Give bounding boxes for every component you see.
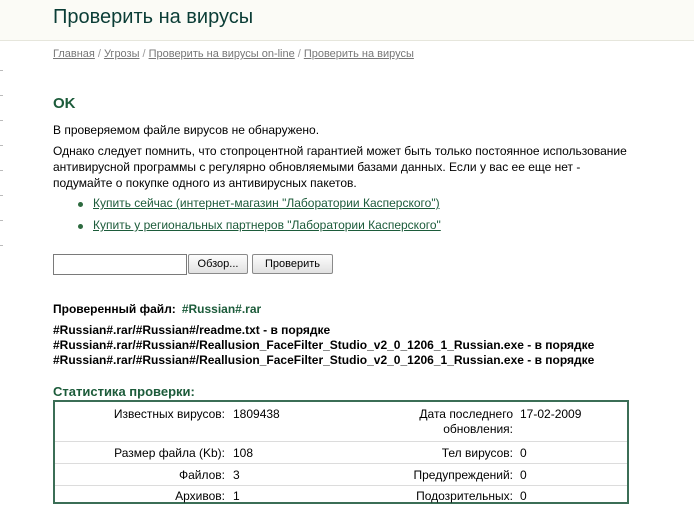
check-button[interactable]: Проверить: [252, 254, 333, 274]
list-item: Купить у региональных партнеров "Лаборат…: [78, 218, 441, 240]
result-status: - в порядке: [263, 323, 331, 337]
warnings-value: 0: [520, 468, 527, 482]
table-row: Размер файла (Kb): 108 Тел вирусов: 0: [55, 441, 627, 464]
breadcrumb-online-scan[interactable]: Проверить на вирусы on-line: [149, 48, 295, 60]
result-path: #Russian#.rar/#Russian#/Reallusion_FaceF…: [53, 338, 524, 352]
scan-result-text: В проверяемом файле вирусов не обнаружен…: [53, 123, 320, 137]
edge-mark: [0, 220, 3, 221]
status-heading: OK: [53, 95, 76, 112]
edge-mark: [0, 170, 3, 171]
purchase-links: Купить сейчас (интернет-магазин "Лаборат…: [78, 196, 441, 240]
breadcrumb-home[interactable]: Главная: [53, 48, 95, 60]
stats-title: Статистика проверки:: [53, 384, 195, 399]
table-row: Архивов: 1 Подозрительных: 0: [55, 485, 627, 504]
table-row: Файлов: 3 Предупреждений: 0: [55, 463, 627, 486]
scan-results-list: #Russian#.rar/#Russian#/readme.txt - в п…: [53, 323, 594, 368]
list-item: #Russian#.rar/#Russian#/Reallusion_FaceF…: [53, 353, 594, 368]
advice-text: Однако следует помнить, что стопроцентно…: [53, 144, 627, 190]
result-status: - в порядке: [527, 338, 595, 352]
edge-mark: [0, 245, 3, 246]
update-date-label: Дата последнего обновления:: [419, 407, 513, 436]
edge-mark: [0, 145, 3, 146]
archives-label: Архивов:: [175, 489, 225, 503]
result-path: #Russian#.rar/#Russian#/readme.txt: [53, 323, 260, 337]
checked-file-label: Проверенный файл:: [53, 302, 176, 316]
browse-button[interactable]: Обзор...: [188, 254, 248, 274]
edge-mark: [0, 120, 3, 121]
known-viruses-label: Известных вирусов:: [113, 407, 225, 421]
checked-file: Проверенный файл: #Russian#.rar: [53, 302, 261, 316]
edge-mark: [0, 70, 3, 71]
virus-bodies-label: Тел вирусов:: [441, 446, 513, 460]
header-band: Проверить на вирусы: [0, 0, 694, 41]
stats-table: Известных вирусов: 1809438 Дата последне…: [53, 400, 629, 504]
breadcrumb-separator: /: [142, 48, 146, 60]
result-path: #Russian#.rar/#Russian#/Reallusion_FaceF…: [53, 353, 524, 367]
breadcrumb-separator: /: [297, 48, 301, 60]
suspicious-label: Подозрительных:: [416, 489, 513, 503]
files-label: Файлов:: [178, 468, 225, 482]
suspicious-value: 0: [520, 489, 527, 503]
breadcrumb-separator: /: [97, 48, 101, 60]
files-value: 3: [233, 468, 240, 482]
list-item: #Russian#.rar/#Russian#/Reallusion_FaceF…: [53, 338, 594, 353]
file-size-value: 108: [233, 446, 254, 460]
file-size-label: Размер файла (Kb):: [114, 446, 225, 460]
file-path-input[interactable]: [53, 254, 187, 275]
list-item: #Russian#.rar/#Russian#/readme.txt - в п…: [53, 323, 594, 338]
edge-mark: [0, 95, 3, 96]
update-date-value: 17-02-2009: [520, 407, 582, 421]
result-status: - в порядке: [527, 353, 595, 367]
virus-bodies-value: 0: [520, 446, 527, 460]
archives-value: 1: [233, 489, 240, 503]
page-title: Проверить на вирусы: [53, 6, 254, 28]
bullet-icon: [78, 202, 83, 207]
breadcrumb: Главная / Угрозы / Проверить на вирусы on-li…: [53, 48, 414, 60]
breadcrumb-current[interactable]: Проверить на вирусы: [304, 48, 414, 60]
buy-partners-link[interactable]: Купить у региональных партнеров "Лаборат…: [93, 218, 441, 232]
table-row: Известных вирусов: 1809438 Дата последне…: [55, 405, 627, 443]
list-item: Купить сейчас (интернет-магазин "Лаборат…: [78, 196, 441, 218]
edge-mark: [0, 195, 3, 196]
checked-file-name: #Russian#.rar: [181, 302, 262, 316]
buy-now-link[interactable]: Купить сейчас (интернет-магазин "Лаборат…: [93, 196, 440, 210]
breadcrumb-threats[interactable]: Угрозы: [104, 48, 140, 60]
known-viruses-value: 1809438: [233, 407, 280, 421]
warnings-label: Предупреждений:: [413, 468, 514, 482]
bullet-icon: [78, 224, 83, 229]
